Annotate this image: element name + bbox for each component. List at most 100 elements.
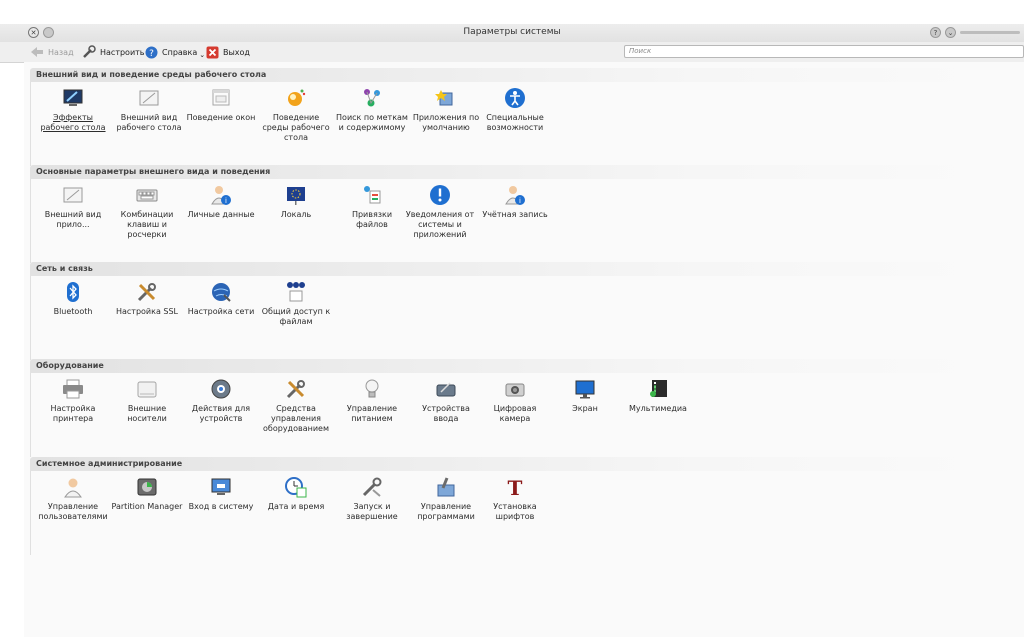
date-time-icon xyxy=(285,476,307,498)
group-title: Основные параметры внешнего вида и повед… xyxy=(30,165,990,179)
module-workspace-behavior[interactable]: Поведение среды рабочего стола xyxy=(259,87,333,143)
group-hardware: Оборудование Настройка принтера Внешние … xyxy=(30,359,990,457)
module-workspace-appearance[interactable]: Внешний вид рабочего стола xyxy=(112,87,186,133)
group-desktop-appearance: Внешний вид и поведение среды рабочего с… xyxy=(30,68,990,166)
module-app-appearance[interactable]: Внешний вид прило... xyxy=(36,184,110,230)
module-label: Поведение среды рабочего стола xyxy=(262,113,330,142)
module-startup-shutdown[interactable]: Запуск и завершение xyxy=(335,476,409,522)
titlebar-decoration xyxy=(960,31,1020,34)
module-personal-info[interactable]: i Личные данные xyxy=(184,184,258,220)
back-button[interactable]: Назад xyxy=(30,45,74,59)
group-network: Сеть и связь Bluetooth Настройка SSL Нас… xyxy=(30,262,990,360)
context-help-icon[interactable]: ? xyxy=(930,27,941,38)
workspace-behavior-icon xyxy=(285,87,307,109)
multimedia-icon xyxy=(647,378,669,400)
help-button[interactable]: ? Справка ⌄ xyxy=(145,45,205,59)
file-sharing-icon xyxy=(285,281,307,303)
module-camera[interactable]: Цифровая камера xyxy=(478,378,552,424)
module-user-management[interactable]: Управление пользователями xyxy=(36,476,110,522)
module-label: Partition Manager xyxy=(111,502,183,511)
exit-button[interactable]: Выход xyxy=(206,45,250,59)
module-label: Устройства ввода xyxy=(422,404,470,423)
module-notifications[interactable]: Уведомления от системы и приложений xyxy=(403,184,477,240)
module-label: Экран xyxy=(572,404,598,413)
group-title: Оборудование xyxy=(30,359,990,373)
module-label: Запуск и завершение xyxy=(346,502,398,521)
module-device-actions[interactable]: Действия для устройств xyxy=(184,378,258,424)
module-network-settings[interactable]: Настройка сети xyxy=(184,281,258,317)
module-date-time[interactable]: Дата и время xyxy=(259,476,333,512)
module-desktop-effects[interactable]: Эффекты рабочего стола xyxy=(36,87,110,133)
module-display[interactable]: Экран xyxy=(548,378,622,414)
window-titlebar: ✕ Параметры системы ? ⌄ xyxy=(0,24,1024,42)
group-title: Сеть и связь xyxy=(30,262,990,276)
module-label: Вход в систему xyxy=(188,502,254,511)
module-label: Поведение окон xyxy=(186,113,256,122)
module-keyboard-shortcuts[interactable]: Комбинации клавиш и росчерки xyxy=(110,184,184,240)
module-label: Внешний вид прило... xyxy=(44,210,102,229)
bluetooth-icon xyxy=(62,281,84,303)
module-label: Дата и время xyxy=(267,502,325,511)
exit-icon xyxy=(206,46,219,58)
module-label: Цифровая камера xyxy=(493,404,537,423)
module-multimedia[interactable]: Мультимедиа xyxy=(621,378,695,414)
module-input-devices[interactable]: Устройства ввода xyxy=(409,378,483,424)
module-label: Средства управления оборудованием xyxy=(263,404,329,433)
window-title: Параметры системы xyxy=(463,27,561,37)
personal-info-icon: i xyxy=(210,184,232,206)
module-desktop-search[interactable]: Поиск по меткам и содержимому xyxy=(335,87,409,133)
svg-text:i: i xyxy=(519,197,521,205)
module-login-screen[interactable]: Вход в систему xyxy=(184,476,258,512)
minimize-icon[interactable]: ⌄ xyxy=(945,27,956,38)
module-window-behavior[interactable]: Поведение окон xyxy=(184,87,258,123)
module-label: Приложения по умолчанию xyxy=(412,113,480,132)
back-label: Назад xyxy=(48,47,74,57)
module-account[interactable]: i Учётная запись xyxy=(478,184,552,220)
modules-view: Внешний вид и поведение среды рабочего с… xyxy=(24,62,1024,637)
account-icon: i xyxy=(504,184,526,206)
module-label: Внешние носители xyxy=(127,404,167,423)
file-associations-icon xyxy=(361,184,383,206)
user-management-icon xyxy=(62,476,84,498)
module-label: Поиск по меткам и содержимому xyxy=(336,113,408,132)
module-ssl[interactable]: Настройка SSL xyxy=(110,281,184,317)
help-icon: ? xyxy=(145,46,158,59)
help-dropdown-icon[interactable]: ⌄ xyxy=(199,51,205,59)
accessibility-icon xyxy=(504,87,526,109)
module-label: Внешний вид рабочего стола xyxy=(116,113,182,132)
notifications-icon xyxy=(429,184,451,206)
module-font-installer[interactable]: T Установка шрифтов xyxy=(478,476,552,522)
removable-media-icon xyxy=(136,378,158,400)
module-power-management[interactable]: Управление питанием xyxy=(335,378,409,424)
module-hardware-tools[interactable]: Средства управления оборудованием xyxy=(259,378,333,434)
default-apps-icon xyxy=(435,87,457,109)
network-settings-icon xyxy=(210,281,232,303)
group-title: Внешний вид и поведение среды рабочего с… xyxy=(30,68,990,82)
startup-shutdown-icon xyxy=(361,476,383,498)
module-label: Уведомления от системы и приложений xyxy=(405,210,475,239)
module-label: Мультимедиа xyxy=(629,404,687,413)
module-label: Эффекты рабочего стола xyxy=(40,113,106,132)
search-input[interactable]: Поиск xyxy=(624,45,1024,58)
module-default-apps[interactable]: Приложения по умолчанию xyxy=(409,87,483,133)
group-title: Системное администрирование xyxy=(30,457,990,471)
module-bluetooth[interactable]: Bluetooth xyxy=(36,281,110,317)
module-removable-media[interactable]: Внешние носители xyxy=(110,378,184,424)
module-locale[interactable]: Локаль xyxy=(259,184,333,220)
module-partition-manager[interactable]: Partition Manager xyxy=(110,476,184,512)
module-file-sharing[interactable]: Общий доступ к файлам xyxy=(259,281,333,327)
module-file-associations[interactable]: Привязки файлов xyxy=(335,184,409,230)
configure-button[interactable]: Настроить xyxy=(82,45,145,59)
module-label: Управление программами xyxy=(417,502,475,521)
ssl-tools-icon xyxy=(136,281,158,303)
app-appearance-icon xyxy=(62,184,84,206)
module-software-management[interactable]: Управление программами xyxy=(409,476,483,522)
module-accessibility[interactable]: Специальные возможности xyxy=(478,87,552,133)
module-printer[interactable]: Настройка принтера xyxy=(36,378,110,424)
module-label: Личные данные xyxy=(187,210,255,219)
back-arrow-icon xyxy=(31,47,43,57)
display-icon xyxy=(574,378,596,400)
module-label: Комбинации клавиш и росчерки xyxy=(120,210,174,239)
module-label: Установка шрифтов xyxy=(493,502,537,521)
module-label: Настройка принтера xyxy=(50,404,96,423)
